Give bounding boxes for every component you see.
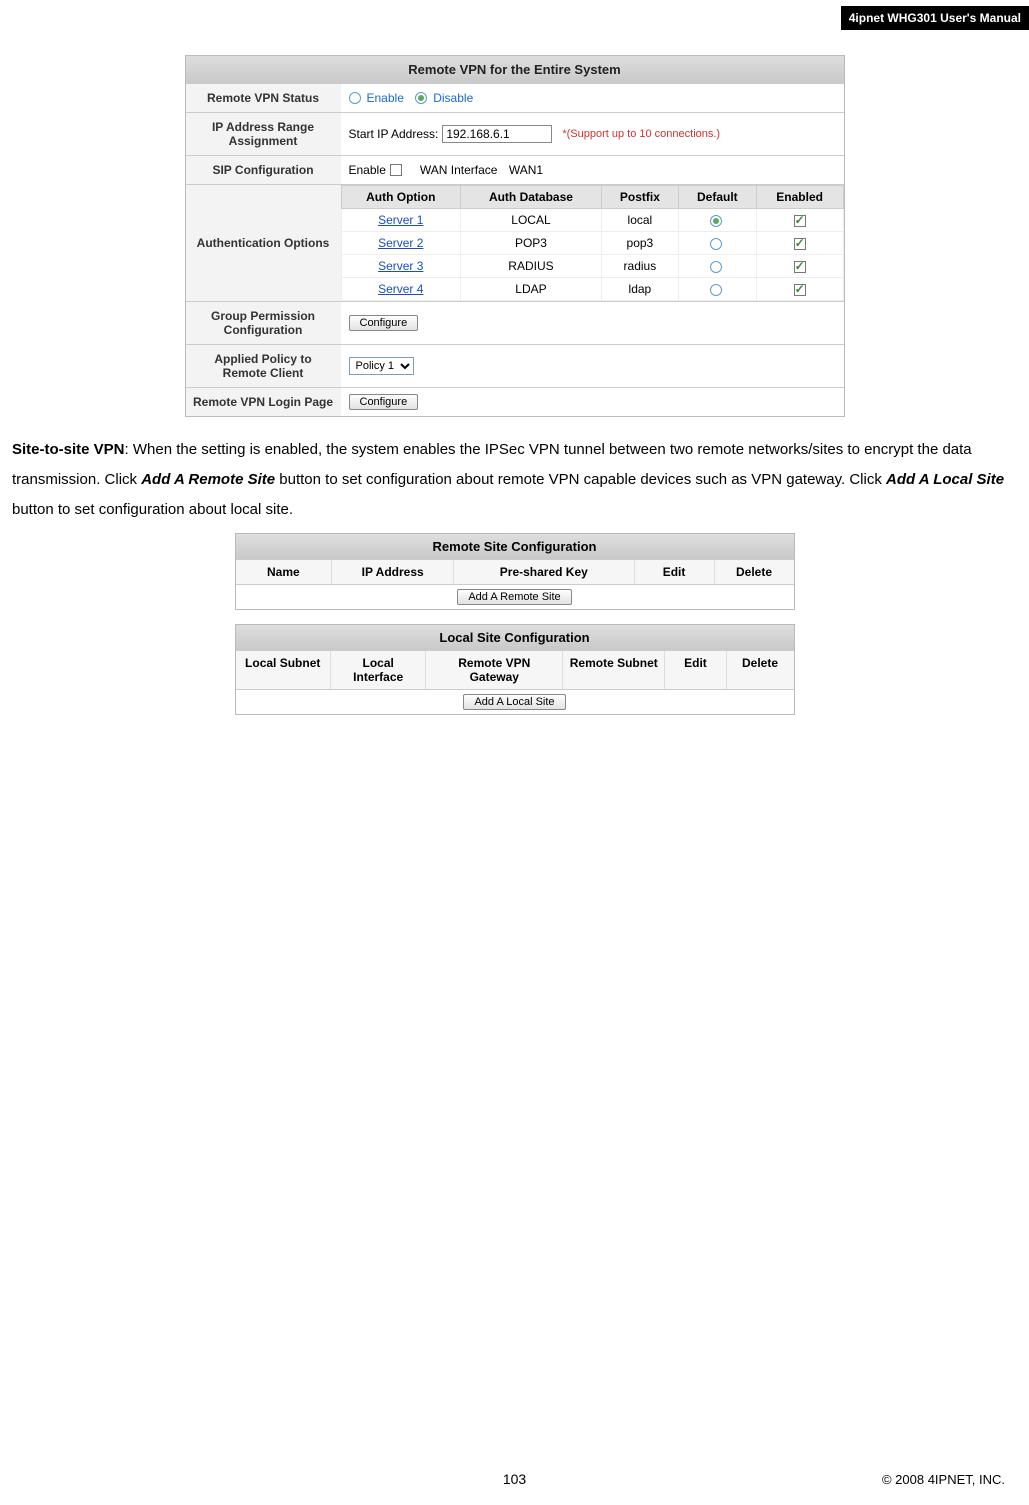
auth-db: RADIUS xyxy=(461,255,602,278)
row-label-policy: Applied Policy to Remote Client xyxy=(186,345,341,387)
auth-server-link[interactable]: Server 3 xyxy=(378,259,423,273)
auth-postfix: local xyxy=(601,209,678,232)
radio-enable[interactable] xyxy=(349,92,361,104)
wan-interface-label: WAN Interface xyxy=(420,163,498,177)
auth-db: LDAP xyxy=(461,278,602,301)
page-number: 103 xyxy=(503,1471,526,1487)
row-label-status: Remote VPN Status xyxy=(186,84,341,112)
col-local-delete: Delete xyxy=(727,651,794,689)
body-paragraph: Site-to-site VPN: When the setting is en… xyxy=(0,427,1029,533)
col-local-edit: Edit xyxy=(665,651,726,689)
th-default: Default xyxy=(678,186,756,209)
default-radio[interactable] xyxy=(710,215,722,227)
th-database: Auth Database xyxy=(461,186,602,209)
sip-enable-label: Enable xyxy=(349,163,386,177)
wan-interface-value: WAN1 xyxy=(509,163,543,177)
enabled-checkbox[interactable] xyxy=(794,215,806,227)
paragraph-text3: button to set configuration about local … xyxy=(12,501,293,518)
table-row: Server 1 LOCALlocal xyxy=(341,209,843,232)
default-radio[interactable] xyxy=(710,284,722,296)
radio-disable-label: Disable xyxy=(433,91,473,105)
remote-site-panel: Remote Site Configuration Name IP Addres… xyxy=(235,533,795,610)
paragraph-btn1: Add A Remote Site xyxy=(141,471,275,488)
col-local-subnet: Local Subnet xyxy=(236,651,331,689)
col-remote-gw: Remote VPN Gateway xyxy=(426,651,563,689)
ip-prefix: Start IP Address: xyxy=(349,127,439,141)
col-edit: Edit xyxy=(635,560,715,584)
start-ip-input[interactable] xyxy=(442,125,552,143)
auth-server-link[interactable]: Server 2 xyxy=(378,236,423,250)
copyright: © 2008 4IPNET, INC. xyxy=(882,1472,1005,1487)
table-row: Server 2 POP3pop3 xyxy=(341,232,843,255)
auth-postfix: radius xyxy=(601,255,678,278)
panel-title: Remote VPN for the Entire System xyxy=(186,56,844,83)
th-option: Auth Option xyxy=(341,186,461,209)
auth-server-link[interactable]: Server 1 xyxy=(378,213,423,227)
local-site-panel: Local Site Configuration Local Subnet Lo… xyxy=(235,624,795,715)
default-radio[interactable] xyxy=(710,238,722,250)
auth-options-table: Auth Option Auth Database Postfix Defaul… xyxy=(341,185,844,301)
col-local-if: Local Interface xyxy=(331,651,426,689)
row-label-sip: SIP Configuration xyxy=(186,156,341,184)
enabled-checkbox[interactable] xyxy=(794,238,806,250)
auth-postfix: ldap xyxy=(601,278,678,301)
radio-disable[interactable] xyxy=(415,92,427,104)
configure-login-button[interactable]: Configure xyxy=(349,394,419,410)
add-remote-site-button[interactable]: Add A Remote Site xyxy=(457,589,571,605)
remote-vpn-panel: Remote VPN for the Entire System Remote … xyxy=(185,55,845,417)
auth-postfix: pop3 xyxy=(601,232,678,255)
auth-db: LOCAL xyxy=(461,209,602,232)
row-label-login: Remote VPN Login Page xyxy=(186,388,341,416)
col-psk: Pre-shared Key xyxy=(454,560,634,584)
col-remote-subnet: Remote Subnet xyxy=(563,651,665,689)
enabled-checkbox[interactable] xyxy=(794,284,806,296)
row-label-group: Group Permission Configuration xyxy=(186,302,341,344)
table-row: Server 3 RADIUSradius xyxy=(341,255,843,278)
auth-db: POP3 xyxy=(461,232,602,255)
enabled-checkbox[interactable] xyxy=(794,261,806,273)
default-radio[interactable] xyxy=(710,261,722,273)
row-label-ip: IP Address Range Assignment xyxy=(186,113,341,155)
paragraph-lead: Site-to-site VPN xyxy=(12,441,125,458)
col-name: Name xyxy=(236,560,333,584)
add-local-site-button[interactable]: Add A Local Site xyxy=(463,694,565,710)
auth-server-link[interactable]: Server 4 xyxy=(378,282,423,296)
paragraph-text2: button to set configuration about remote… xyxy=(275,471,886,488)
table-row: Server 4 LDAPldap xyxy=(341,278,843,301)
col-delete: Delete xyxy=(715,560,794,584)
col-ip: IP Address xyxy=(332,560,454,584)
policy-select[interactable]: Policy 1 xyxy=(349,357,414,375)
row-label-auth: Authentication Options xyxy=(186,185,341,301)
sip-enable-checkbox[interactable] xyxy=(390,164,402,176)
doc-header: 4ipnet WHG301 User's Manual xyxy=(841,6,1029,30)
local-site-title: Local Site Configuration xyxy=(236,625,794,650)
radio-enable-label: Enable xyxy=(367,91,404,105)
th-enabled: Enabled xyxy=(756,186,843,209)
configure-group-button[interactable]: Configure xyxy=(349,315,419,331)
ip-note: *(Support up to 10 connections.) xyxy=(562,128,720,140)
paragraph-btn2: Add A Local Site xyxy=(886,471,1004,488)
remote-site-title: Remote Site Configuration xyxy=(236,534,794,559)
th-postfix: Postfix xyxy=(601,186,678,209)
